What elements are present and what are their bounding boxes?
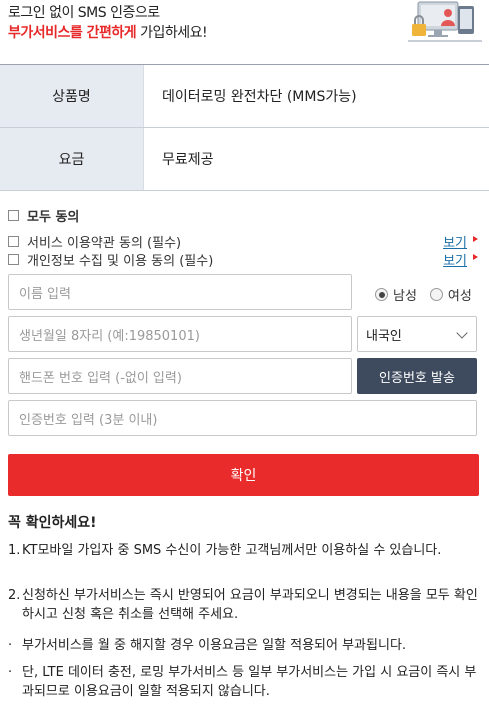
agree-all-row[interactable]: 모두 동의 [8, 206, 478, 225]
radio-selected-dot [378, 291, 385, 298]
agree-terms-label: 서비스 이용약관 동의 (필수) [27, 236, 182, 251]
view-privacy-link[interactable]: 보기 [443, 250, 478, 269]
gender-radio-group: 남성 여성 [375, 285, 485, 304]
agree-all-checkbox[interactable] [8, 210, 19, 221]
notice-item: 2. 신청하신 부가서비스는 즉시 반영되어 요금이 부과되오니 변경되는 내용… [8, 586, 478, 624]
notice-marker: 2. [8, 588, 21, 603]
gender-male-option[interactable]: 남성 [375, 285, 417, 304]
confirm-button[interactable]: 확인 [8, 454, 479, 496]
product-name-label: 상품명 [0, 65, 143, 127]
table-row: 상품명 데이터로밍 완전차단 (MMS가능) [0, 65, 489, 128]
arrow-right-icon [473, 235, 478, 242]
birthdate-input[interactable]: 생년월일 8자리 (예:19850101) [8, 316, 352, 352]
header-line2-rest: 가입하세요! [136, 25, 208, 41]
gender-male-radio[interactable] [375, 288, 388, 301]
page-header: 로그인 없이 SMS 인증으로 부가서비스를 간편하게 가입하세요! [0, 0, 489, 50]
verification-code-input[interactable]: 인증번호 입력 (3분 이내) [8, 400, 477, 436]
agree-privacy-row: 개인정보 수집 및 이용 동의 (필수) 보기 [8, 250, 478, 269]
notice-marker: · [8, 665, 13, 680]
gender-male-label: 남성 [393, 289, 417, 304]
arrow-right-icon [473, 253, 478, 260]
notice-text: 단, LTE 데이터 충전, 로밍 부가서비스 등 일부 부가서비스는 가입 시… [22, 665, 477, 699]
view-terms-link[interactable]: 보기 [443, 232, 478, 251]
fee-value: 무료제공 [143, 128, 489, 190]
chevron-down-icon [456, 327, 468, 339]
gender-female-option[interactable]: 여성 [429, 285, 472, 304]
notice-item: 1. KT모바일 가입자 중 SMS 수신이 가능한 고객님께서만 이용하실 수… [8, 541, 478, 560]
table-row: 요금 무료제공 [0, 128, 489, 191]
name-input[interactable]: 이름 입력 [8, 274, 352, 310]
gender-female-radio[interactable] [429, 288, 443, 301]
header-highlight: 부가서비스를 간편하게 [8, 25, 137, 41]
send-code-button[interactable]: 인증번호 발송 [357, 358, 477, 394]
notice-text: 신청하신 부가서비스는 즉시 반영되어 요금이 부과되오니 변경되는 내용을 모… [22, 588, 478, 622]
fee-label: 요금 [0, 128, 143, 190]
agree-privacy-label: 개인정보 수집 및 이용 동의 (필수) [27, 254, 214, 269]
phone-input[interactable]: 핸드폰 번호 입력 (-없이 입력) [8, 358, 352, 394]
notice-marker: 1. [8, 543, 21, 558]
notice-item: · 부가서비스를 월 중 해지할 경우 이용요금은 일할 적용되어 부과됩니다. [8, 636, 478, 655]
agree-all-label: 모두 동의 [27, 210, 80, 225]
notice-text: KT모바일 가입자 중 SMS 수신이 가능한 고객님께서만 이용하실 수 있습… [22, 543, 442, 558]
agree-terms-checkbox[interactable] [8, 236, 19, 247]
notice-title: 꼭 확인하세요! [8, 515, 97, 531]
gender-female-label: 여성 [447, 289, 472, 304]
nationality-selected-value: 내국인 [366, 328, 402, 344]
notice-item: · 단, LTE 데이터 충전, 로밍 부가서비스 등 일부 부가서비스는 가입… [8, 663, 478, 701]
agree-privacy-checkbox[interactable] [8, 254, 19, 265]
notice-text: 부가서비스를 월 중 해지할 경우 이용요금은 일할 적용되어 부과됩니다. [22, 638, 407, 653]
device-lock-illustration-icon [408, 1, 482, 42]
nationality-select[interactable]: 내국인 [357, 316, 477, 352]
product-name-value: 데이터로밍 완전차단 (MMS가능) [143, 65, 489, 127]
agree-terms-row: 서비스 이용약관 동의 (필수) 보기 [8, 232, 478, 251]
view-privacy-link-text[interactable]: 보기 [443, 250, 467, 269]
notice-marker: · [8, 638, 13, 653]
view-terms-link-text[interactable]: 보기 [443, 232, 467, 251]
header-line2: 부가서비스를 간편하게 가입하세요! [8, 22, 208, 42]
product-info-table: 상품명 데이터로밍 완전차단 (MMS가능) 요금 무료제공 [0, 64, 489, 191]
header-line1: 로그인 없이 SMS 인증으로 [8, 5, 160, 21]
